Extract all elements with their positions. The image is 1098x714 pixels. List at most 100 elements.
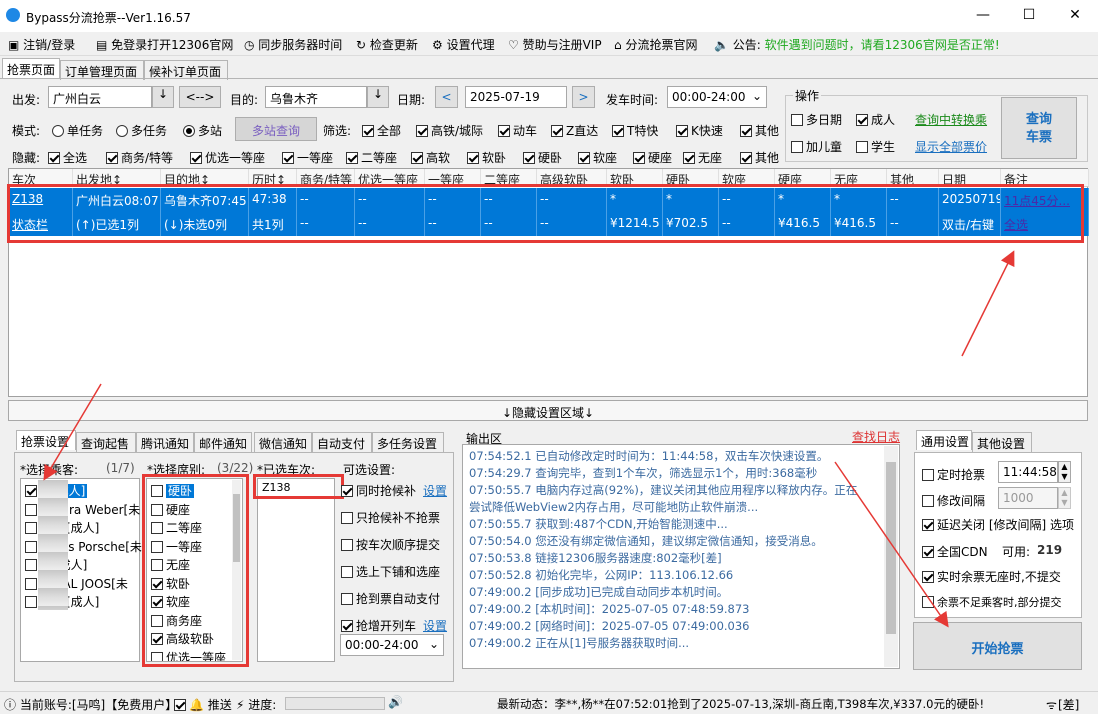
grid-cell[interactable]: 11点45分... — [1001, 188, 1089, 212]
grid-header[interactable]: 车次 — [9, 169, 73, 187]
grid-cell[interactable]: 共1列 — [249, 212, 297, 236]
grid-cell[interactable]: ¥702.5 — [663, 212, 719, 236]
grid-header[interactable]: 商务/特等 — [297, 169, 355, 187]
grid-header[interactable]: 二等座 — [481, 169, 537, 187]
seat-item[interactable]: 二等座 — [151, 519, 202, 536]
transfer-query-link[interactable]: 查询中转换乘 — [915, 111, 987, 128]
grid-cell[interactable]: ¥1214.5 — [607, 212, 663, 236]
grid-header[interactable]: 出发地↕ — [73, 169, 161, 187]
option-1[interactable]: 只抢候补不抢票 — [341, 509, 440, 526]
hide-10[interactable]: 无座 — [683, 149, 722, 166]
option-settings-link[interactable]: 设置 — [423, 617, 447, 634]
option-2[interactable]: 按车次顺序提交 — [341, 536, 440, 553]
grid-cell[interactable]: -- — [355, 212, 425, 236]
grid-header[interactable]: 目的地↕ — [161, 169, 249, 187]
hide-9[interactable]: 硬座 — [633, 149, 672, 166]
filter-4[interactable]: T特快 — [612, 122, 658, 139]
grid-header[interactable]: 其他 — [887, 169, 939, 187]
hide-3[interactable]: 一等座 — [282, 149, 333, 166]
maximize-button[interactable]: ☐ — [1006, 0, 1052, 32]
grid-cell[interactable]: ¥416.5 — [775, 212, 831, 236]
grid-cell[interactable]: 乌鲁木齐07:45 — [161, 188, 249, 212]
menu-vip[interactable]: ♡ 赞助与注册VIP — [508, 36, 602, 53]
options-time-select[interactable]: 00:00-24:00 ⌄ — [340, 634, 444, 656]
grid-cell[interactable]: 20250719 — [939, 188, 1001, 212]
grid-header[interactable]: 硬座 — [775, 169, 831, 187]
timer-time-input[interactable]: 11:44:58 — [998, 461, 1058, 483]
menu-open-12306[interactable]: ▤ 免登录打开12306官网 — [96, 36, 233, 53]
depart-time-select[interactable]: 00:00-24:00 ⌄ — [667, 86, 767, 108]
filter-6[interactable]: 其他 — [740, 122, 779, 139]
filter-2[interactable]: 动车 — [498, 122, 537, 139]
show-all-fares-link[interactable]: 显示全部票价 — [915, 138, 987, 155]
seat-item[interactable]: 硬卧 — [151, 482, 195, 499]
hide-8[interactable]: 软座 — [578, 149, 617, 166]
selected-train-item[interactable]: Z138 — [262, 481, 291, 494]
train-grid[interactable]: 车次 出发地↕ 目的地↕ 历时↕ 商务/特等 优选一等座 一等座 二等座 高级软卧 软卧 硬卧 软座硬… — [8, 168, 1089, 397]
option-settings-link[interactable]: 设置 — [423, 482, 447, 499]
grid-cell[interactable]: 广州白云08:07 — [73, 188, 161, 212]
start-grab-button[interactable]: 开始抢票 — [913, 622, 1082, 670]
settings-tab-5[interactable]: 自动支付 — [312, 432, 372, 452]
from-input[interactable]: 广州白云 — [48, 86, 152, 108]
prev-date-button[interactable]: < — [435, 86, 458, 108]
date-input[interactable]: 2025-07-19 — [465, 86, 567, 108]
hide-7[interactable]: 硬卧 — [523, 149, 562, 166]
output-scrollbar[interactable] — [884, 446, 898, 667]
partial-checkbox[interactable]: 余票不足乘客时,部分提交 — [922, 594, 1062, 610]
push-status[interactable]: 🔔 推送 — [174, 696, 232, 713]
grid-cell[interactable]: -- — [481, 188, 537, 212]
realtime-checkbox[interactable]: 实时余票无座时,不提交 — [922, 568, 1061, 585]
seat-item[interactable]: 商务座 — [151, 612, 202, 629]
grid-cell[interactable]: -- — [481, 212, 537, 236]
seat-item[interactable]: 无座 — [151, 556, 190, 573]
seat-item[interactable]: 软卧 — [151, 575, 190, 592]
multi-date-checkbox[interactable]: 多日期 — [791, 111, 842, 128]
filter-0[interactable]: 全部 — [362, 122, 401, 139]
tab-orders[interactable]: 订单管理页面 — [60, 60, 144, 80]
hidden-area-toggle[interactable]: ↓隐藏设置区域↓ — [8, 400, 1088, 421]
grid-cell[interactable]: * — [663, 188, 719, 212]
hide-4[interactable]: 二等座 — [346, 149, 397, 166]
filter-3[interactable]: Z直达 — [551, 122, 598, 139]
swap-button[interactable]: <--> — [179, 86, 221, 108]
hide-1[interactable]: 商务/特等 — [106, 149, 173, 166]
timer-checkbox[interactable]: 定时抢票 — [922, 466, 985, 483]
settings-tab-1[interactable]: 查询起售 — [76, 432, 136, 452]
grid-cell[interactable]: -- — [887, 188, 939, 212]
grid-cell[interactable]: 47:38 — [249, 188, 297, 212]
menu-login[interactable]: ▣ 注销/登录 — [8, 36, 75, 53]
grid-header[interactable]: 无座 — [831, 169, 887, 187]
tab-grab[interactable]: 抢票页面 — [2, 58, 60, 78]
grid-cell[interactable]: -- — [719, 188, 775, 212]
close-button[interactable]: ✕ — [1052, 0, 1098, 32]
interval-spinner[interactable]: ▲ ▼ — [1058, 487, 1071, 509]
grid-cell[interactable]: 双击/右键 — [939, 212, 1001, 236]
grid-cell[interactable]: -- — [887, 212, 939, 236]
grid-cell[interactable]: ¥416.5 — [831, 212, 887, 236]
grid-header[interactable]: 一等座 — [425, 169, 481, 187]
seat-item[interactable]: 硬座 — [151, 501, 190, 518]
seat-list[interactable]: 硬卧 硬座 二等座 一等座 无座 软卧 软座 商务座 高级软卧 优选一等座 — [146, 478, 243, 662]
child-checkbox[interactable]: 加儿童 — [791, 138, 842, 155]
seat-list-scrollbar[interactable] — [232, 480, 241, 660]
grid-cell[interactable]: * — [831, 188, 887, 212]
grid-cell[interactable]: * — [775, 188, 831, 212]
grid-cell[interactable]: 状态栏 — [9, 212, 73, 236]
menu-check-update[interactable]: ↻ 检查更新 — [356, 36, 418, 53]
grid-cell[interactable]: * — [607, 188, 663, 212]
hide-0[interactable]: 全选 — [48, 149, 87, 166]
grid-cell[interactable]: -- — [297, 212, 355, 236]
seat-item[interactable]: 软座 — [151, 593, 190, 610]
grid-cell[interactable]: -- — [537, 188, 607, 212]
grid-header[interactable]: 软座 — [719, 169, 775, 187]
next-date-button[interactable]: > — [572, 86, 595, 108]
settings-tab-2[interactable]: 腾讯通知 — [136, 432, 194, 452]
settings-tab-3[interactable]: 邮件通知 — [194, 432, 252, 452]
to-dropdown-icon[interactable]: ↓ — [367, 86, 389, 108]
option-5[interactable]: 抢增开列车 — [341, 617, 416, 634]
grid-cell[interactable]: -- — [297, 188, 355, 212]
grid-header[interactable]: 高级软卧 — [537, 169, 607, 187]
grid-header[interactable]: 硬卧 — [663, 169, 719, 187]
menu-proxy[interactable]: ⚙ 设置代理 — [432, 36, 495, 53]
